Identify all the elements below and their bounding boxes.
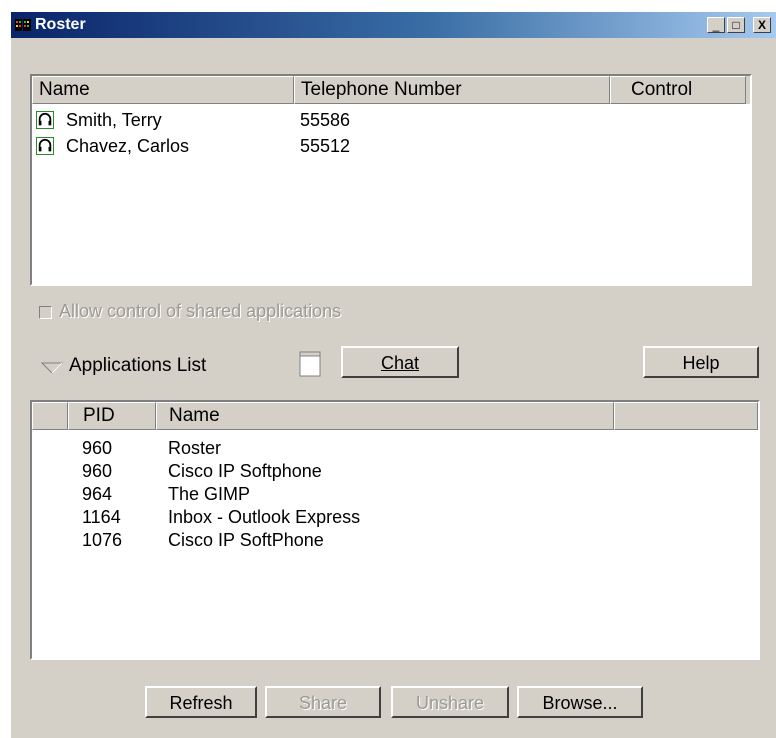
application-row[interactable]: 1076 Cisco IP SoftPhone — [32, 528, 758, 552]
application-name: Cisco IP Softphone — [168, 461, 322, 481]
application-name: Cisco IP SoftPhone — [168, 530, 324, 550]
roster-window: Roster _ □ X Name Telephone Number Contr… — [10, 12, 776, 738]
applications-list-label[interactable]: Applications List — [69, 355, 206, 377]
browse-button[interactable]: Browse... — [517, 686, 643, 718]
column-header-name[interactable]: Name — [32, 76, 294, 104]
refresh-button[interactable]: Refresh — [145, 686, 257, 718]
unshare-button[interactable]: Unshare — [391, 686, 509, 718]
roster-list[interactable]: Name Telephone Number Control Smith, Ter… — [30, 74, 752, 286]
application-name: The GIMP — [168, 484, 251, 504]
application-name: Inbox - Outlook Express — [168, 507, 361, 527]
application-pid: 960 — [82, 438, 113, 458]
share-button[interactable]: Share — [265, 686, 381, 718]
application-pid: 1164 — [82, 507, 121, 527]
minimize-button[interactable]: _ — [707, 17, 725, 33]
roster-row[interactable]: Chavez, Carlos 55512 — [32, 134, 750, 158]
app-icon — [15, 19, 31, 31]
column-header-app-name[interactable]: Name — [156, 402, 614, 430]
roster-name: Smith, Terry — [66, 110, 162, 130]
headset-icon — [36, 137, 54, 155]
column-header-blank[interactable] — [32, 402, 68, 430]
application-pid: 960 — [82, 461, 113, 481]
applications-list[interactable]: PID Name 960 Roster 960 Cisco IP Softpho… — [30, 400, 760, 660]
close-button[interactable]: X — [753, 17, 771, 33]
column-header-pid[interactable]: PID — [68, 402, 156, 430]
roster-header: Name Telephone Number Control — [32, 76, 750, 104]
application-row[interactable]: 1164 Inbox - Outlook Express — [32, 505, 758, 529]
column-header-extra[interactable] — [614, 402, 758, 430]
column-header-telephone[interactable]: Telephone Number — [294, 76, 610, 104]
allow-control-checkbox[interactable] — [39, 306, 52, 319]
help-button[interactable]: Help — [643, 346, 759, 378]
application-row[interactable]: 964 The GIMP — [32, 482, 758, 506]
application-row[interactable]: 960 Cisco IP Softphone — [32, 459, 758, 483]
allow-control-label: Allow control of shared applications — [59, 301, 342, 321]
chat-button[interactable]: Chat — [341, 346, 459, 378]
headset-icon — [36, 111, 54, 129]
application-row[interactable]: 960 Roster — [32, 436, 758, 460]
maximize-button[interactable]: □ — [727, 17, 745, 33]
expand-triangle-icon[interactable] — [41, 362, 63, 374]
application-name: Roster — [168, 438, 222, 458]
title-bar[interactable]: Roster _ □ X — [11, 12, 776, 38]
column-header-control[interactable]: Control — [610, 76, 746, 104]
window-icon — [299, 351, 321, 377]
window-title: Roster — [35, 16, 86, 33]
roster-phone: 55586 — [300, 110, 351, 130]
application-pid: 1076 — [82, 530, 123, 550]
applications-header: PID Name — [32, 402, 758, 430]
application-pid: 964 — [82, 484, 113, 504]
chat-button-label: Chat — [380, 353, 420, 373]
roster-name: Chavez, Carlos — [66, 136, 190, 156]
roster-row[interactable]: Smith, Terry 55586 — [32, 108, 750, 132]
roster-phone: 55512 — [300, 136, 351, 156]
